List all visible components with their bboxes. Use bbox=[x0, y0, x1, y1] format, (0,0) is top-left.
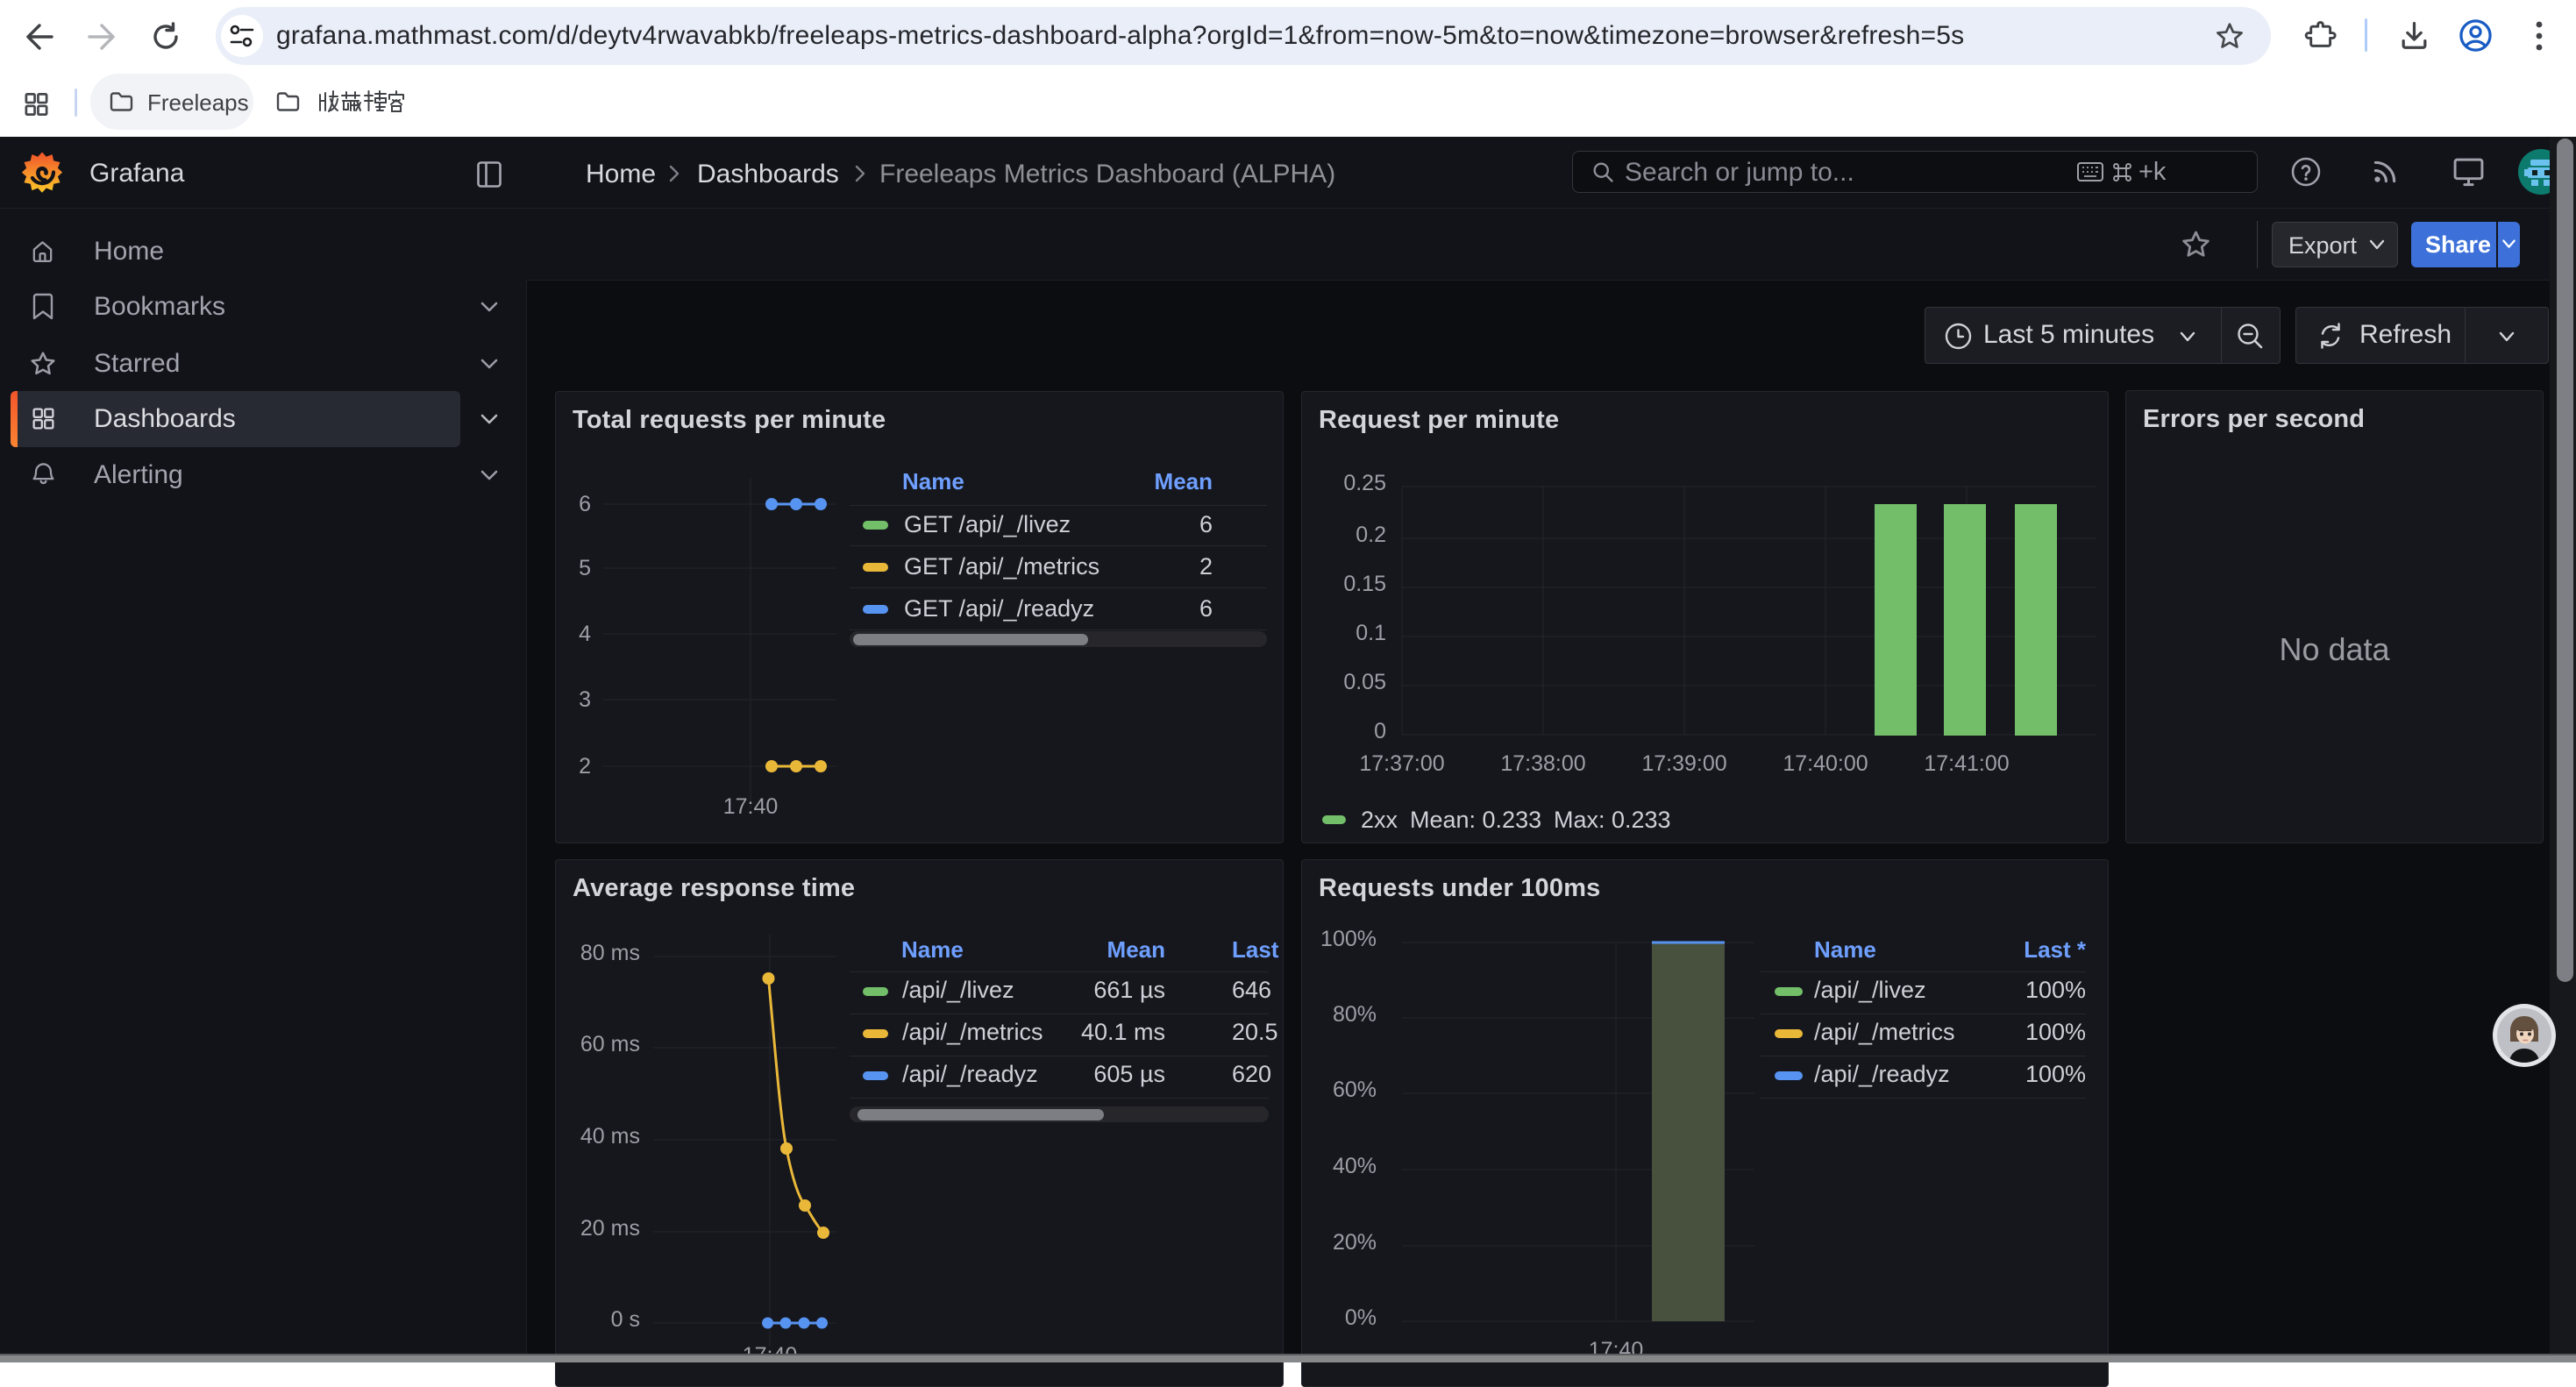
svg-text:40%: 40% bbox=[1333, 1154, 1377, 1178]
svg-text:3: 3 bbox=[579, 687, 591, 712]
svg-text:0: 0 bbox=[1374, 719, 1386, 743]
svg-text:6: 6 bbox=[579, 492, 591, 516]
svg-text:0.15: 0.15 bbox=[1343, 572, 1386, 596]
svg-text:40 ms: 40 ms bbox=[580, 1124, 640, 1149]
svg-text:0.25: 0.25 bbox=[1343, 471, 1386, 495]
svg-text:60%: 60% bbox=[1333, 1078, 1377, 1102]
svg-text:0%: 0% bbox=[1345, 1305, 1377, 1330]
svg-text:20 ms: 20 ms bbox=[580, 1216, 640, 1241]
svg-text:17:38:00: 17:38:00 bbox=[1500, 751, 1585, 776]
svg-text:100%: 100% bbox=[1320, 927, 1377, 951]
svg-text:0.2: 0.2 bbox=[1356, 523, 1386, 547]
svg-text:0.1: 0.1 bbox=[1356, 621, 1386, 645]
svg-text:17:40: 17:40 bbox=[723, 794, 779, 819]
svg-text:60 ms: 60 ms bbox=[580, 1032, 640, 1056]
svg-text:17:39:00: 17:39:00 bbox=[1641, 751, 1726, 776]
svg-text:17:37:00: 17:37:00 bbox=[1359, 751, 1444, 776]
svg-text:20%: 20% bbox=[1333, 1230, 1377, 1255]
svg-text:17:41:00: 17:41:00 bbox=[1924, 751, 2009, 776]
svg-text:0.05: 0.05 bbox=[1343, 670, 1386, 694]
svg-text:2: 2 bbox=[579, 754, 591, 779]
svg-text:17:40:00: 17:40:00 bbox=[1783, 751, 1868, 776]
svg-text:80 ms: 80 ms bbox=[580, 941, 640, 965]
svg-text:0 s: 0 s bbox=[611, 1307, 640, 1332]
svg-text:4: 4 bbox=[579, 622, 591, 646]
svg-text:80%: 80% bbox=[1333, 1002, 1377, 1027]
svg-text:5: 5 bbox=[579, 556, 591, 580]
